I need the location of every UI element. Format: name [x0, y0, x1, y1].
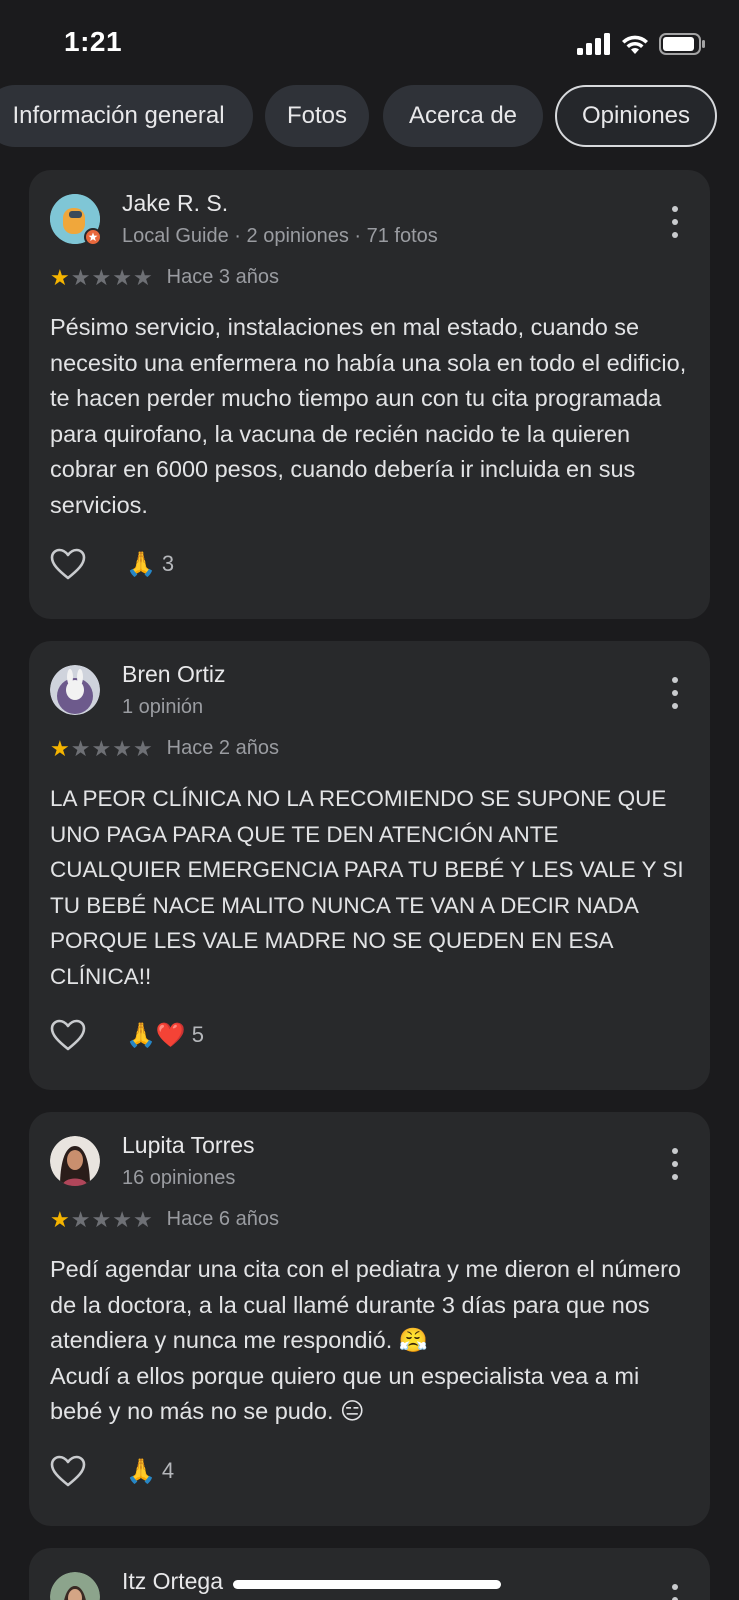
reviewer-name[interactable]: Itz Ortega [122, 1568, 223, 1595]
star-icon: ★ [91, 1206, 112, 1232]
star-rating: ★ ★ ★ ★ ★ [50, 735, 153, 761]
star-icon: ★ [70, 264, 91, 290]
more-options-icon[interactable] [670, 206, 680, 238]
star-icon: ★ [50, 1206, 70, 1232]
tab-acerca-de[interactable]: Acerca de [383, 85, 543, 147]
reaction-count: 3 [161, 551, 175, 576]
signal-icon [577, 33, 610, 55]
avatar[interactable] [50, 1572, 100, 1600]
review-date: Hace 3 años [166, 266, 279, 288]
reviewer-meta: Local Guide · 2 opiniones · 71 fotos [122, 225, 438, 247]
reactions-summary[interactable]: 🙏❤️ 5 [126, 1021, 204, 1050]
review-card: Lupita Torres 16 opiniones ★ ★ ★ ★ ★ Hac… [29, 1112, 710, 1526]
review-actions: 🙏 3 [50, 548, 174, 580]
review-text: Pésimo servicio, instalaciones en mal es… [50, 314, 687, 518]
reaction-emojis: 🙏 [126, 1457, 156, 1485]
star-icon: ★ [132, 264, 153, 290]
star-icon: ★ [70, 1206, 91, 1232]
heart-icon[interactable] [50, 1019, 86, 1051]
rating-row: ★ ★ ★ ★ ★ Hace 3 años [50, 266, 279, 289]
star-icon: ★ [112, 735, 132, 761]
review-date: Hace 6 años [166, 1208, 279, 1230]
battery-icon [659, 33, 705, 55]
reviewer-name[interactable]: Jake R. S. [122, 190, 228, 217]
star-icon: ★ [112, 1206, 132, 1232]
avatar[interactable] [50, 1136, 100, 1186]
tab-fotos[interactable]: Fotos [265, 85, 369, 147]
star-icon: ★ [70, 735, 91, 761]
reviewer-name[interactable]: Bren Ortiz [122, 661, 226, 688]
review-card: Jake R. S. Local Guide · 2 opiniones · 7… [29, 170, 710, 619]
reaction-count: 5 [191, 1022, 205, 1047]
star-icon: ★ [50, 735, 70, 761]
tabs-bar: Información general Fotos Acerca de Opin… [0, 85, 739, 147]
reaction-count: 4 [161, 1458, 175, 1483]
star-rating: ★ ★ ★ ★ ★ [50, 1206, 153, 1232]
reactions-summary[interactable]: 🙏 3 [126, 550, 174, 579]
home-indicator[interactable] [233, 1580, 501, 1589]
review-card: Itz Ortega [29, 1548, 710, 1600]
review-text-paragraph: Acudí a ellos porque quiero que un espec… [50, 1362, 640, 1425]
tab-opiniones[interactable]: Opiniones [555, 85, 717, 147]
status-icons [577, 32, 707, 56]
more-options-icon[interactable] [670, 1148, 680, 1180]
local-guide-badge-icon [84, 228, 102, 246]
star-icon: ★ [91, 264, 112, 290]
star-icon: ★ [112, 264, 132, 290]
reviewer-meta: 1 opinión [122, 696, 204, 718]
review-text-paragraph: Pedí agendar una cita con el pediatra y … [50, 1256, 681, 1353]
review-date: Hace 2 años [166, 737, 279, 759]
heart-icon[interactable] [50, 548, 86, 580]
review-text: LA PEOR CLÍNICA NO LA RECOMIENDO SE SUPO… [50, 786, 684, 989]
reaction-emojis: 🙏 [126, 550, 156, 578]
star-icon: ★ [132, 1206, 153, 1232]
rating-row: ★ ★ ★ ★ ★ Hace 2 años [50, 737, 279, 760]
reviewer-meta: 16 opiniones [122, 1167, 236, 1189]
star-icon: ★ [50, 264, 70, 290]
review-card: Bren Ortiz 1 opinión ★ ★ ★ ★ ★ Hace 2 añ… [29, 641, 710, 1090]
star-icon: ★ [132, 735, 153, 761]
avatar[interactable] [50, 665, 100, 715]
more-options-icon[interactable] [670, 677, 680, 709]
avatar[interactable] [50, 194, 102, 246]
wifi-icon [622, 35, 648, 54]
heart-icon[interactable] [50, 1455, 86, 1487]
reaction-emojis: 🙏❤️ [126, 1021, 186, 1049]
review-actions: 🙏❤️ 5 [50, 1019, 204, 1051]
tab-informacion-general[interactable]: Información general [0, 85, 253, 147]
review-text: Pedí agendar una cita con el pediatra y … [50, 1252, 690, 1430]
review-actions: 🙏 4 [50, 1455, 174, 1487]
rating-row: ★ ★ ★ ★ ★ Hace 6 años [50, 1208, 279, 1231]
reviewer-name[interactable]: Lupita Torres [122, 1132, 255, 1159]
status-time: 1:21 [64, 26, 123, 57]
more-options-icon[interactable] [670, 1584, 680, 1600]
star-rating: ★ ★ ★ ★ ★ [50, 264, 153, 290]
star-icon: ★ [91, 735, 112, 761]
status-bar: 1:21 [0, 0, 739, 80]
reactions-summary[interactable]: 🙏 4 [126, 1457, 174, 1486]
